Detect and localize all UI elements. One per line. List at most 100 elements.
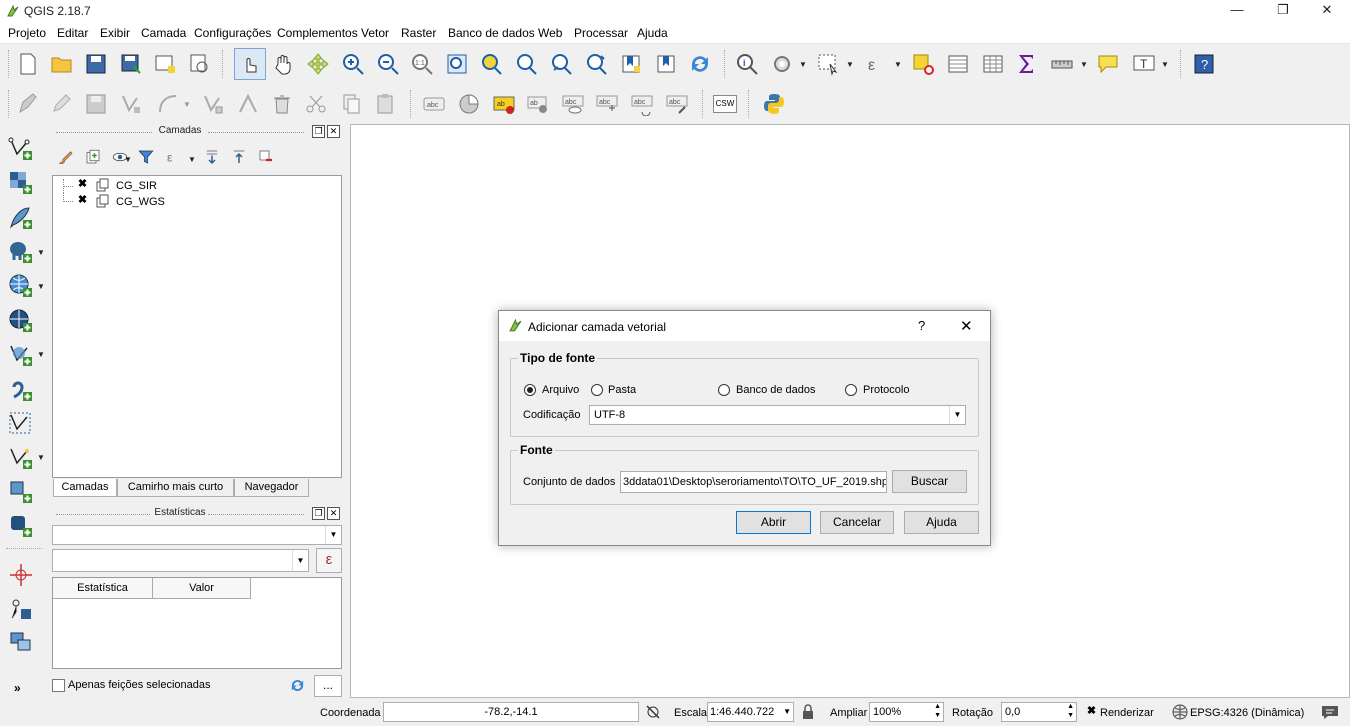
map-tips-button[interactable]: [1094, 50, 1122, 78]
zoom-out-button[interactable]: [374, 50, 402, 78]
radio-protocolo[interactable]: [845, 384, 857, 396]
toggle-extents-icon[interactable]: [645, 704, 661, 720]
zoom-to-selection-button[interactable]: [477, 50, 505, 78]
move-label-button[interactable]: abc: [593, 90, 621, 118]
filter-legend-button[interactable]: [134, 145, 158, 169]
add-group-button[interactable]: [81, 145, 105, 169]
text-annotation-button[interactable]: T: [1130, 50, 1158, 78]
select-features-button[interactable]: [814, 50, 842, 78]
field-calculator-button[interactable]: [979, 50, 1007, 78]
chevron-down-icon[interactable]: ▼: [37, 453, 45, 462]
browse-button[interactable]: Buscar: [892, 470, 967, 493]
add-feature-button[interactable]: [117, 90, 145, 118]
identify-button[interactable]: i: [733, 50, 761, 78]
layer-row[interactable]: ✖ CG_WGS: [53, 194, 253, 210]
run-feature-action-button[interactable]: [768, 50, 796, 78]
chevron-down-icon[interactable]: ▼: [37, 282, 45, 291]
add-wcs-layer-button[interactable]: [6, 306, 36, 336]
menu-web[interactable]: Web: [538, 26, 562, 40]
dialog-help-button[interactable]: ?: [918, 318, 925, 333]
show-bookmarks-button[interactable]: [652, 50, 680, 78]
layer-row[interactable]: ✖ CG_SIR: [53, 178, 253, 194]
add-postgis-layer-button[interactable]: [6, 237, 36, 267]
cancel-button[interactable]: Cancelar: [820, 511, 894, 534]
whats-this-button[interactable]: ?: [1190, 50, 1218, 78]
menu-raster[interactable]: Raster: [401, 26, 436, 40]
menu-vetor[interactable]: Vetor: [361, 26, 389, 40]
expression-button[interactable]: ε: [316, 548, 342, 573]
python-console-button[interactable]: [760, 90, 788, 118]
radio-arquivo[interactable]: [524, 384, 536, 396]
new-shapefile-layer-button[interactable]: [6, 443, 36, 473]
save-as-button[interactable]: [117, 50, 145, 78]
delete-selected-button[interactable]: [268, 90, 296, 118]
layer-labeling-button[interactable]: abc: [420, 90, 448, 118]
select-by-expression-button[interactable]: ε: [862, 50, 890, 78]
rotation-spinbox[interactable]: 0,0 ▲ ▼: [1001, 702, 1077, 722]
menu-ajuda[interactable]: Ajuda: [637, 26, 668, 40]
show-hide-labels-button[interactable]: abc: [559, 90, 587, 118]
radio-pasta[interactable]: [591, 384, 603, 396]
zoom-full-button[interactable]: [443, 50, 471, 78]
layer-styling-button[interactable]: [54, 145, 78, 169]
paste-features-button[interactable]: [371, 90, 399, 118]
menu-configuracoes[interactable]: Configurações: [194, 26, 271, 40]
menu-exibir[interactable]: Exibir: [100, 26, 130, 40]
more-options-button[interactable]: ...: [314, 675, 342, 697]
dataset-path-input[interactable]: 3ddata01\Desktop\seroriamento\TO\TO_UF_2…: [620, 471, 887, 493]
deselect-all-button[interactable]: [909, 50, 937, 78]
toolbar-overflow-icon[interactable]: »: [14, 681, 21, 695]
menu-complementos[interactable]: Complementos: [277, 26, 358, 40]
geoprocessing-button[interactable]: [6, 628, 36, 658]
tab-caminho-mais-curto[interactable]: Camirho mais curto: [117, 479, 234, 497]
crs-label[interactable]: EPSG:4326 (Dinâmica): [1190, 707, 1304, 719]
refresh-button[interactable]: [686, 50, 714, 78]
chevron-down-icon[interactable]: ▼: [183, 100, 191, 109]
save-project-button[interactable]: [82, 50, 110, 78]
select-location-button[interactable]: [6, 594, 36, 624]
magnifier-spinbox[interactable]: 100% ▲ ▼: [869, 702, 944, 722]
close-panel-button[interactable]: ✕: [327, 507, 340, 520]
minimize-button[interactable]: —: [1214, 0, 1260, 22]
add-delimited-text-button[interactable]: [6, 375, 36, 405]
open-project-button[interactable]: [48, 50, 76, 78]
refresh-icon[interactable]: [289, 677, 306, 694]
new-print-composer-button[interactable]: [151, 50, 179, 78]
add-raster-layer-button[interactable]: [6, 168, 36, 198]
chevron-down-icon[interactable]: ▼: [846, 60, 854, 69]
menu-camada[interactable]: Camada: [141, 26, 186, 40]
highlight-pinned-labels-button[interactable]: ab: [524, 90, 552, 118]
rotate-label-button[interactable]: abc: [628, 90, 656, 118]
add-wms-layer-button[interactable]: [6, 271, 36, 301]
toggle-editing-button[interactable]: [47, 90, 75, 118]
change-label-button[interactable]: abc: [663, 90, 691, 118]
zoom-to-layer-button[interactable]: [512, 50, 540, 78]
new-bookmark-button[interactable]: [617, 50, 645, 78]
help-button[interactable]: Ajuda: [904, 511, 979, 534]
radio-arquivo-label[interactable]: Arquivo: [542, 384, 579, 396]
radio-banco-de-dados-label[interactable]: Banco de dados: [736, 384, 816, 396]
close-button[interactable]: ✕: [1304, 0, 1350, 22]
zoom-next-button[interactable]: [582, 50, 610, 78]
stats-layer-combo[interactable]: ▼: [52, 525, 342, 545]
menu-processar[interactable]: Processar: [574, 26, 628, 40]
radio-pasta-label[interactable]: Pasta: [608, 384, 636, 396]
zoom-last-button[interactable]: [547, 50, 575, 78]
zoom-actual-size-button[interactable]: 1:1: [408, 50, 436, 78]
chevron-down-icon[interactable]: ▼: [799, 60, 807, 69]
expand-all-button[interactable]: [200, 145, 224, 169]
cut-features-button[interactable]: [302, 90, 330, 118]
layer-visibility-checkbox[interactable]: ✖: [76, 179, 89, 192]
stats-field-combo[interactable]: ▼: [52, 549, 309, 572]
chevron-down-icon[interactable]: ▼: [37, 350, 45, 359]
metasearch-button[interactable]: CSW: [711, 90, 739, 118]
add-circular-string-button[interactable]: [154, 90, 182, 118]
close-panel-button[interactable]: ✕: [327, 125, 340, 138]
zoom-in-button[interactable]: [339, 50, 367, 78]
tab-camadas[interactable]: Camadas: [53, 479, 117, 497]
menu-projeto[interactable]: Projeto: [8, 26, 46, 40]
digitize-point-button[interactable]: [6, 560, 36, 590]
messages-icon[interactable]: [1321, 704, 1339, 720]
new-project-button[interactable]: [14, 50, 42, 78]
copy-features-button[interactable]: [337, 90, 365, 118]
